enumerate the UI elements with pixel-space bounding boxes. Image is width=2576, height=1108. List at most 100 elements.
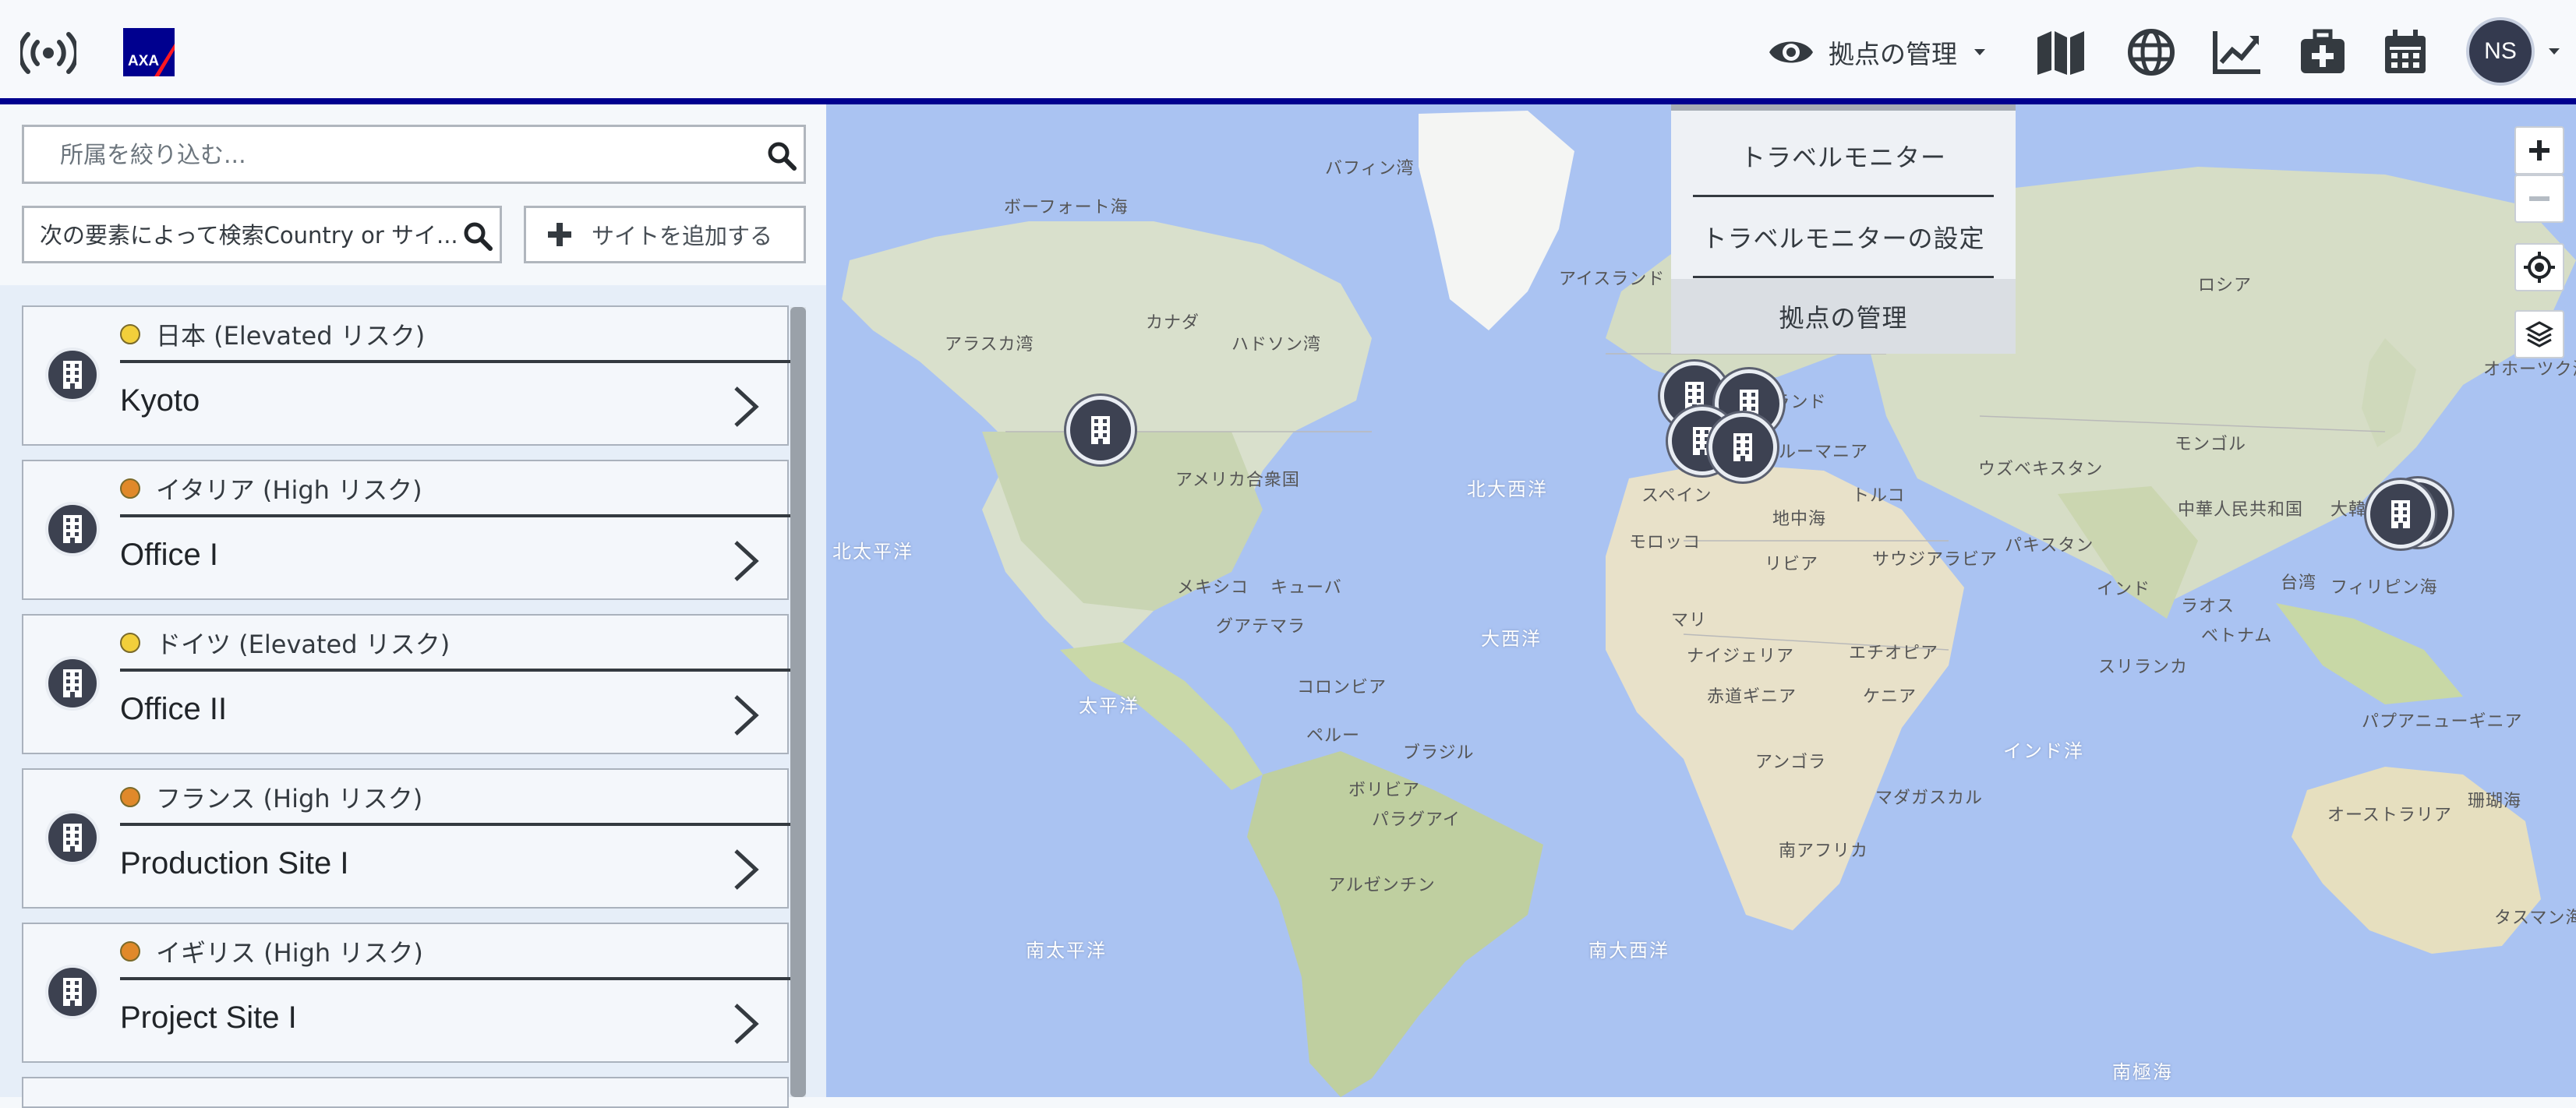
divider [120, 514, 790, 517]
menu-divider [1693, 276, 1994, 278]
map-label: バフィン湾 [1325, 159, 1415, 178]
map-label: 大韓 [2330, 500, 2367, 520]
map-label: メキシコ [1177, 578, 1249, 598]
zoom-in-button[interactable] [2514, 126, 2564, 175]
risk-indicator-high [120, 787, 140, 807]
user-avatar[interactable]: NS [2466, 17, 2535, 86]
building-icon [45, 656, 100, 711]
map-label: ナイジェリア [1687, 647, 1795, 666]
map-label: ハドソン湾 [1231, 335, 1322, 355]
medical-kit-icon[interactable] [2298, 28, 2348, 76]
map-label: ペルー [1306, 726, 1361, 746]
divider [120, 977, 790, 980]
view-selector-label: 拠点の管理 [1829, 39, 1957, 69]
add-site-button[interactable]: サイトを追加する [524, 206, 806, 263]
map-label: ウズベキスタン [1978, 460, 2104, 479]
site-card[interactable]: イギリス (High リスク) Project Site I [22, 923, 790, 1063]
ocean-label: 太平洋 [1079, 695, 1140, 717]
menu-item-site-management[interactable]: 拠点の管理 [1671, 279, 2016, 354]
site-risk-label: ドイツ (Elevated リスク) [156, 630, 451, 659]
site-card[interactable] [22, 1077, 789, 1108]
layers-icon [2525, 321, 2554, 348]
map-label: サウジアラビア [1872, 550, 1998, 570]
map-label: 珊瑚海 [2468, 792, 2522, 811]
site-marker[interactable] [2366, 480, 2435, 549]
ocean-label: 南太平洋 [1026, 940, 1107, 962]
affiliation-filter[interactable] [22, 125, 806, 184]
locate-button[interactable] [2514, 243, 2564, 291]
minus-icon [2529, 196, 2549, 201]
site-card[interactable]: 日本 (Elevated リスク) Kyoto [22, 305, 790, 446]
chevron-right-icon[interactable] [730, 848, 761, 891]
map-label: アイスランド [1559, 270, 1666, 289]
map-label: ラオス [2181, 597, 2235, 616]
building-icon [1091, 416, 1110, 444]
site-search[interactable] [22, 206, 502, 263]
map-label: キューバ [1270, 578, 1342, 598]
ocean-label: インド洋 [2003, 740, 2084, 762]
menu-item-travel-monitor-settings[interactable]: トラベルモニターの設定 [1693, 199, 1994, 274]
ocean-label: 南極海 [2112, 1061, 2173, 1083]
site-marker[interactable] [1066, 396, 1135, 464]
scrollbar-thumb[interactable] [790, 307, 806, 1097]
ocean-label: 南大西洋 [1588, 940, 1670, 962]
chevron-right-icon[interactable] [730, 385, 761, 429]
building-icon [1733, 433, 1752, 461]
map-label: トルコ [1852, 486, 1906, 506]
map-label: タスマン海 [2494, 909, 2576, 928]
map-label: 台湾 [2281, 573, 2317, 593]
map-label: パプアニューギニア [2362, 712, 2523, 732]
site-risk-label: フランス (High リスク) [156, 784, 423, 813]
site-name: Kyoto [120, 383, 200, 418]
chevron-right-icon[interactable] [730, 693, 761, 737]
site-search-input[interactable] [38, 208, 462, 263]
map-label: 南アフリカ [1779, 842, 1869, 861]
view-dropdown-menu: トラベルモニター トラベルモニターの設定 拠点の管理 [1671, 104, 2016, 354]
risk-indicator-elevated [120, 633, 140, 653]
search-icon[interactable] [766, 140, 797, 171]
site-marker[interactable] [1708, 413, 1777, 482]
risk-indicator-elevated [120, 324, 140, 344]
divider [120, 669, 790, 672]
menu-item-travel-monitor[interactable]: トラベルモニター [1693, 118, 1994, 193]
calendar-icon[interactable] [2380, 28, 2430, 76]
ocean-label: 北大西洋 [1467, 478, 1548, 500]
chevron-right-icon[interactable] [730, 1002, 761, 1046]
map-label: ロシア [2198, 276, 2253, 295]
map-label: アメリカ合衆国 [1175, 471, 1300, 490]
site-card[interactable]: ドイツ (Elevated リスク) Office II [22, 614, 790, 754]
map-label: アルゼンチン [1328, 876, 1436, 895]
affiliation-filter-input[interactable] [58, 127, 747, 183]
map-label: モロッコ [1629, 533, 1701, 552]
building-icon [1685, 382, 1704, 410]
view-selector-dropdown[interactable]: 拠点の管理 [1768, 28, 1985, 76]
ocean-label: 大西洋 [1481, 628, 1542, 650]
map-label: ブラジル [1403, 743, 1475, 763]
divider [120, 823, 790, 826]
chart-line-icon[interactable] [2212, 28, 2262, 76]
map-label: マダガスカル [1875, 789, 1984, 808]
map-icon[interactable] [2036, 28, 2086, 76]
map-label: エチオピア [1849, 644, 1939, 663]
map-label: アンゴラ [1755, 753, 1827, 772]
zoom-out-button[interactable] [2514, 175, 2564, 223]
map-label: インド [2097, 580, 2151, 599]
caret-down-icon[interactable] [2549, 48, 2560, 55]
map-label: パキスタン [2005, 536, 2094, 556]
site-card[interactable]: イタリア (High リスク) Office I [22, 460, 790, 600]
layers-button[interactable] [2514, 310, 2564, 358]
broadcast-icon[interactable] [20, 31, 76, 75]
axa-logo[interactable]: AXA [123, 28, 175, 76]
site-risk-label: イタリア (High リスク) [156, 475, 422, 505]
map-label: フィリピン海 [2330, 578, 2438, 598]
site-name: Office II [120, 692, 228, 726]
map-label: オホーツク海 [2483, 360, 2576, 379]
site-card[interactable]: フランス (High リスク) Production Site I [22, 768, 790, 909]
chevron-right-icon[interactable] [730, 539, 761, 583]
search-icon[interactable] [462, 221, 493, 252]
globe-icon[interactable] [2126, 28, 2176, 76]
map-label: スペイン [1641, 486, 1712, 506]
map-label: オーストラリア [2327, 806, 2452, 825]
site-name: Production Site I [120, 846, 349, 880]
ocean-label: 北太平洋 [832, 541, 913, 563]
